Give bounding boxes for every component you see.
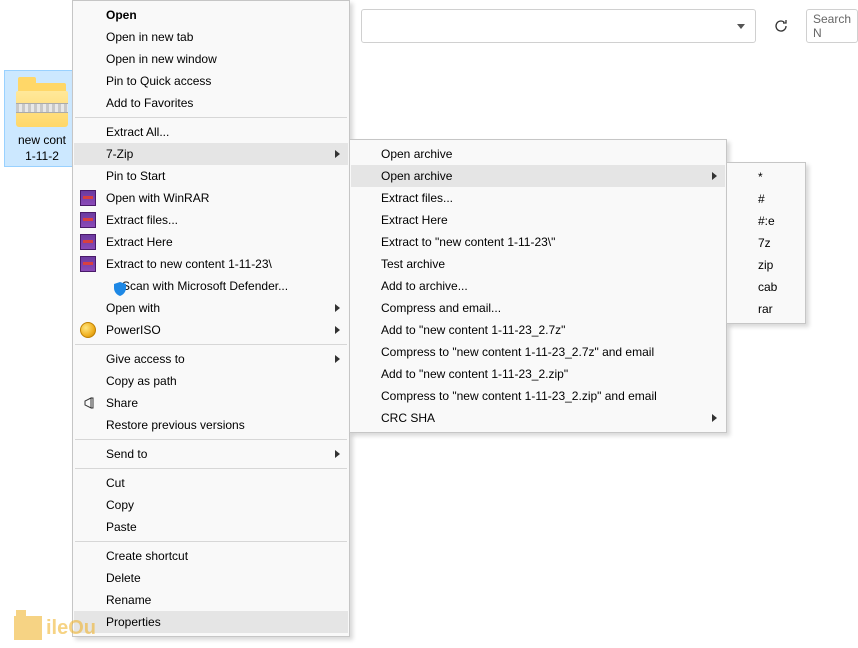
winrar-icon [80, 256, 96, 272]
refresh-icon [773, 18, 789, 34]
menu-share[interactable]: Share [74, 392, 348, 414]
submenu-compress-7z-email[interactable]: Compress to "new content 1-11-23_2.7z" a… [351, 341, 725, 363]
submenu-extract-here[interactable]: Extract Here [351, 209, 725, 231]
menu-cut[interactable]: Cut [74, 472, 348, 494]
archive-type-7z[interactable]: 7z [728, 232, 804, 254]
menu-properties[interactable]: Properties [74, 611, 348, 633]
share-icon [80, 395, 96, 411]
menu-restore-versions[interactable]: Restore previous versions [74, 414, 348, 436]
watermark: ileOu [14, 616, 96, 640]
menu-open-new-tab[interactable]: Open in new tab [74, 26, 348, 48]
menu-copy-as-path[interactable]: Copy as path [74, 370, 348, 392]
menu-7zip[interactable]: 7-Zip [74, 143, 348, 165]
menu-extract-all[interactable]: Extract All... [74, 121, 348, 143]
archive-type-star[interactable]: * [728, 166, 804, 188]
menu-separator [75, 439, 347, 440]
watermark-text: ileOu [46, 617, 96, 640]
winrar-icon [80, 212, 96, 228]
menu-scan-defender[interactable]: Scan with Microsoft Defender... [74, 275, 348, 297]
menu-open-with[interactable]: Open with [74, 297, 348, 319]
address-bar: Search N [361, 4, 858, 48]
shield-icon [112, 281, 128, 297]
menu-separator [75, 117, 347, 118]
submenu-add-to-zip[interactable]: Add to "new content 1-11-23_2.zip" [351, 363, 725, 385]
archive-type-zip[interactable]: zip [728, 254, 804, 276]
poweriso-icon [80, 322, 96, 338]
menu-add-favorites[interactable]: Add to Favorites [74, 92, 348, 114]
submenu-open-archive-as[interactable]: Open archive [351, 165, 725, 187]
submenu-arrow-icon [335, 150, 340, 158]
menu-open-new-window[interactable]: Open in new window [74, 48, 348, 70]
submenu-add-to-archive[interactable]: Add to archive... [351, 275, 725, 297]
submenu-arrow-icon [335, 450, 340, 458]
zip-folder-icon [16, 77, 68, 131]
menu-separator [75, 468, 347, 469]
submenu-compress-email[interactable]: Compress and email... [351, 297, 725, 319]
refresh-button[interactable] [764, 9, 798, 43]
search-placeholder: Search N [813, 12, 857, 40]
menu-winrar-extract-to[interactable]: Extract to new content 1-11-23\ [74, 253, 348, 275]
submenu-arrow-icon [335, 355, 340, 363]
archive-type-hash-e[interactable]: #:e [728, 210, 804, 232]
submenu-crc-sha[interactable]: CRC SHA [351, 407, 725, 429]
menu-give-access[interactable]: Give access to [74, 348, 348, 370]
menu-pin-to-start[interactable]: Pin to Start [74, 165, 348, 187]
sevenzip-submenu: Open archive Open archive Extract files.… [349, 139, 727, 433]
address-input[interactable] [361, 9, 756, 43]
archive-type-rar[interactable]: rar [728, 298, 804, 320]
menu-paste[interactable]: Paste [74, 516, 348, 538]
chevron-down-icon[interactable] [737, 24, 745, 29]
watermark-icon [14, 616, 42, 640]
context-menu: Open Open in new tab Open in new window … [72, 0, 350, 637]
menu-poweriso[interactable]: PowerISO [74, 319, 348, 341]
menu-send-to[interactable]: Send to [74, 443, 348, 465]
submenu-test-archive[interactable]: Test archive [351, 253, 725, 275]
submenu-extract-files[interactable]: Extract files... [351, 187, 725, 209]
menu-copy[interactable]: Copy [74, 494, 348, 516]
menu-winrar-extract-here[interactable]: Extract Here [74, 231, 348, 253]
menu-open[interactable]: Open [74, 4, 348, 26]
submenu-extract-to[interactable]: Extract to "new content 1-11-23\" [351, 231, 725, 253]
submenu-compress-zip-email[interactable]: Compress to "new content 1-11-23_2.zip" … [351, 385, 725, 407]
submenu-arrow-icon [712, 172, 717, 180]
file-item-zip[interactable]: new cont 1-11-2 [4, 70, 80, 167]
menu-rename[interactable]: Rename [74, 589, 348, 611]
search-input[interactable]: Search N [806, 9, 858, 43]
menu-delete[interactable]: Delete [74, 567, 348, 589]
winrar-icon [80, 234, 96, 250]
submenu-arrow-icon [335, 326, 340, 334]
submenu-arrow-icon [335, 304, 340, 312]
archive-type-hash[interactable]: # [728, 188, 804, 210]
menu-winrar-extract-files[interactable]: Extract files... [74, 209, 348, 231]
menu-pin-quick-access[interactable]: Pin to Quick access [74, 70, 348, 92]
menu-separator [75, 541, 347, 542]
submenu-add-to-7z[interactable]: Add to "new content 1-11-23_2.7z" [351, 319, 725, 341]
menu-create-shortcut[interactable]: Create shortcut [74, 545, 348, 567]
submenu-open-archive[interactable]: Open archive [351, 143, 725, 165]
file-label: new cont 1-11-2 [7, 133, 77, 164]
menu-separator [75, 344, 347, 345]
archive-type-submenu: * # #:e 7z zip cab rar [726, 162, 806, 324]
winrar-icon [80, 190, 96, 206]
archive-type-cab[interactable]: cab [728, 276, 804, 298]
menu-open-winrar[interactable]: Open with WinRAR [74, 187, 348, 209]
submenu-arrow-icon [712, 414, 717, 422]
